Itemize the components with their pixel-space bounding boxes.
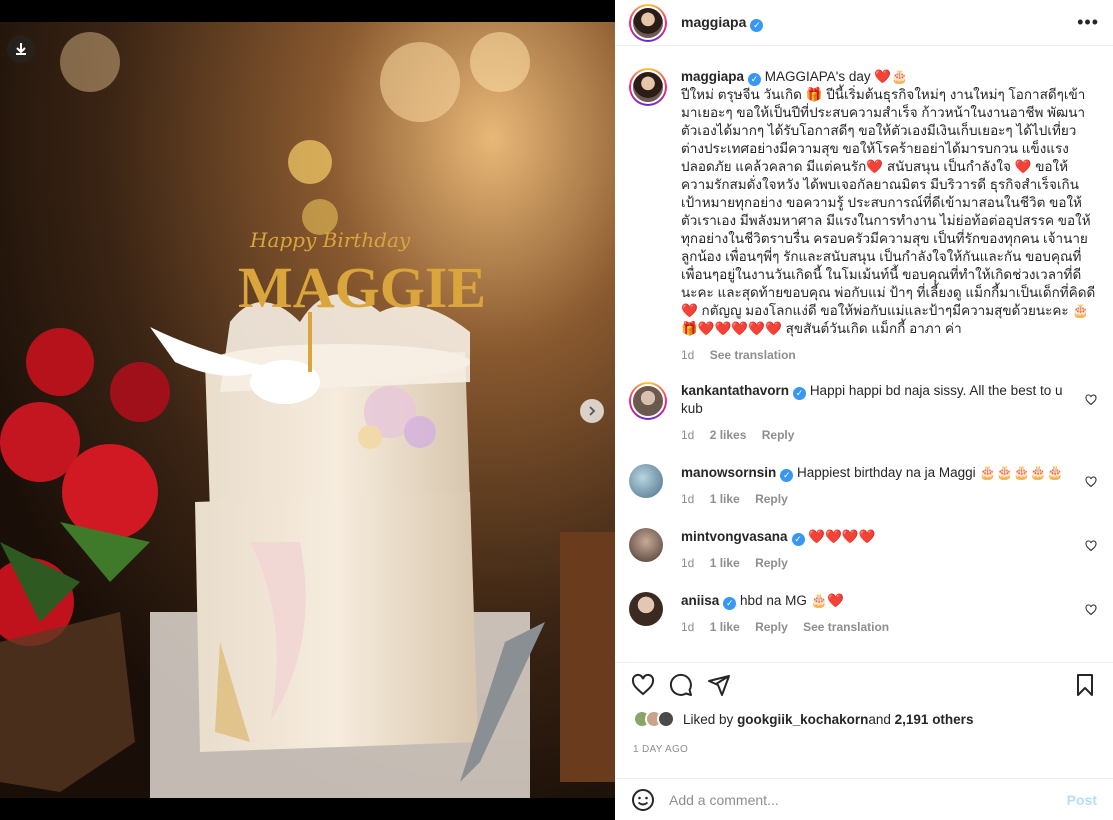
comment-age: 1d bbox=[681, 620, 695, 634]
heart-icon[interactable] bbox=[1085, 540, 1097, 552]
comment-avatar[interactable] bbox=[629, 592, 663, 626]
verified-badge-icon: ✓ bbox=[723, 596, 737, 610]
comment-icon[interactable] bbox=[669, 673, 693, 697]
share-icon[interactable] bbox=[707, 673, 731, 697]
reply-button[interactable]: Reply bbox=[762, 428, 795, 442]
comment-age: 1d bbox=[681, 428, 695, 442]
post-header: maggiapa ✓ ••• bbox=[615, 0, 1113, 46]
cake-topper-script: Happy Birthday bbox=[249, 228, 411, 252]
comments-list: maggiapa ✓ MAGGIAPA's day ❤️🎂 ปีใหม่ ตรุษ… bbox=[615, 56, 1113, 656]
comment-username[interactable]: kankantathavorn bbox=[681, 383, 789, 398]
caption-first-line: MAGGIAPA's day ❤️🎂 bbox=[764, 69, 909, 84]
bookmark-icon[interactable] bbox=[1073, 673, 1097, 697]
post-time-ago[interactable]: 1 DAY AGO bbox=[633, 744, 688, 755]
post-details-panel: maggiapa ✓ ••• maggiapa ✓ MAGGIAPA's day ❤… bbox=[615, 0, 1113, 820]
heart-icon[interactable] bbox=[1085, 476, 1097, 488]
smile-icon[interactable] bbox=[631, 788, 655, 812]
author-avatar[interactable] bbox=[629, 3, 667, 42]
post-comment-button[interactable]: Post bbox=[1067, 792, 1097, 808]
comment-avatar[interactable] bbox=[629, 382, 667, 420]
see-translation-link[interactable]: See translation bbox=[710, 348, 796, 362]
cake-topper-name: MAGGIE bbox=[238, 255, 486, 320]
verified-badge-icon: ✓ bbox=[750, 18, 764, 32]
caption-username[interactable]: maggiapa bbox=[681, 69, 744, 84]
verified-badge-icon: ✓ bbox=[748, 72, 762, 86]
download-icon[interactable] bbox=[7, 35, 35, 63]
comment-likes[interactable]: 1 like bbox=[710, 556, 740, 570]
comment-text: Happiest birthday na ja Maggi 🎂🎂🎂🎂🎂 bbox=[797, 465, 1064, 480]
next-media-button[interactable] bbox=[580, 399, 604, 423]
comment-text: ❤️❤️❤️❤️ bbox=[808, 529, 876, 544]
post-actions bbox=[615, 662, 1113, 706]
liked-by-others[interactable]: 2,191 others bbox=[895, 712, 974, 727]
comment-item: manowsornsin ✓ Happiest birthday na ja Ma… bbox=[629, 464, 1097, 508]
comment-username[interactable]: manowsornsin bbox=[681, 465, 776, 480]
comment-avatar[interactable] bbox=[629, 464, 663, 498]
heart-icon[interactable] bbox=[1085, 394, 1097, 406]
see-translation-link[interactable]: See translation bbox=[803, 620, 889, 634]
comment-text: hbd na MG 🎂❤️ bbox=[740, 593, 845, 608]
liker-avatars bbox=[633, 710, 675, 728]
add-comment-bar: Post bbox=[615, 778, 1113, 820]
verified-badge-icon: ✓ bbox=[780, 468, 794, 482]
post-photo: Happy Birthday MAGGIE bbox=[0, 22, 615, 798]
comment-likes[interactable]: 1 like bbox=[710, 620, 740, 634]
heart-icon[interactable] bbox=[1085, 604, 1097, 616]
verified-badge-icon: ✓ bbox=[793, 386, 807, 400]
liked-by-user[interactable]: gookgiik_kochakorn bbox=[737, 712, 868, 727]
comment-username[interactable]: aniisa bbox=[681, 593, 719, 608]
heart-icon[interactable] bbox=[631, 673, 655, 697]
comment-likes[interactable]: 1 like bbox=[710, 492, 740, 506]
comment-item: mintvongvasana ✓ ❤️❤️❤️❤️ 1d 1 like Reply bbox=[629, 528, 1097, 572]
comment-item: kankantathavorn ✓ Happi happi bd naja sis… bbox=[629, 382, 1097, 444]
more-horizontal-icon[interactable]: ••• bbox=[1077, 12, 1099, 33]
liker-avatar[interactable] bbox=[657, 710, 675, 728]
caption: maggiapa ✓ MAGGIAPA's day ❤️🎂 ปีใหม่ ตรุษ… bbox=[629, 68, 1097, 364]
likes-summary: Liked by gookgiik_kochakorn and 2,191 ot… bbox=[633, 710, 973, 728]
author-username[interactable]: maggiapa ✓ bbox=[681, 14, 764, 32]
chevron-right-icon bbox=[589, 406, 596, 416]
add-comment-input[interactable] bbox=[669, 791, 1067, 808]
bottom-letterbox bbox=[0, 798, 615, 820]
liked-by-and: and bbox=[868, 711, 891, 727]
reply-button[interactable]: Reply bbox=[755, 620, 788, 634]
comment-username[interactable]: mintvongvasana bbox=[681, 529, 788, 544]
liked-by-prefix: Liked by bbox=[683, 711, 734, 727]
reply-button[interactable]: Reply bbox=[755, 492, 788, 506]
caption-text: ปีใหม่ ตรุษจีน วันเกิด 🎁 ปีนี้เริ่มต้นธุ… bbox=[681, 87, 1096, 336]
reply-button[interactable]: Reply bbox=[755, 556, 788, 570]
comment-item: aniisa ✓ hbd na MG 🎂❤️ 1d 1 like Reply Se… bbox=[629, 592, 1097, 636]
comment-likes[interactable]: 2 likes bbox=[710, 428, 747, 442]
caption-meta: 1d See translation bbox=[681, 346, 1097, 364]
comment-age: 1d bbox=[681, 556, 695, 570]
caption-age: 1d bbox=[681, 348, 695, 362]
comment-age: 1d bbox=[681, 492, 695, 506]
caption-avatar[interactable] bbox=[629, 68, 667, 106]
instagram-post-modal: Happy Birthday MAGGIE maggiapa ✓ ••• mag… bbox=[0, 0, 1113, 820]
verified-badge-icon: ✓ bbox=[791, 532, 805, 546]
comment-avatar[interactable] bbox=[629, 528, 663, 562]
birthday-cake-photo: Happy Birthday MAGGIE bbox=[0, 22, 615, 798]
